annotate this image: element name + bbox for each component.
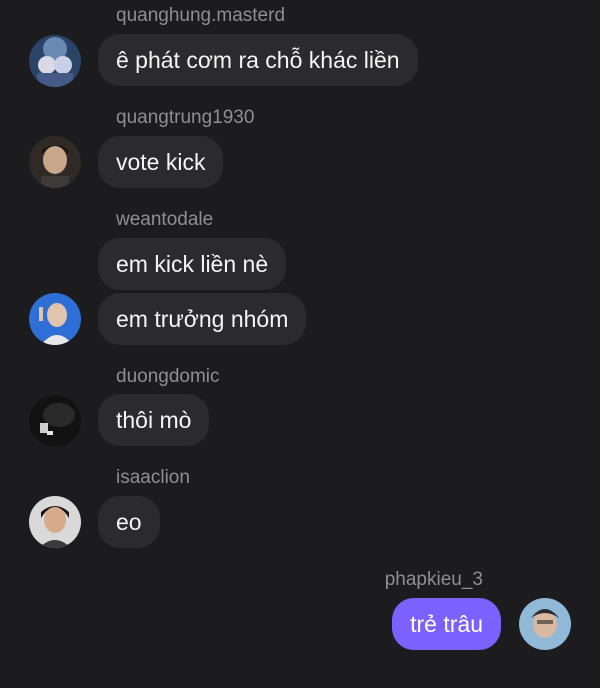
chat-thread: quanghung.masterd ê phát cơm ra chỗ khác… xyxy=(0,0,600,688)
avatar[interactable] xyxy=(29,395,81,447)
avatar[interactable] xyxy=(29,35,81,87)
avatar[interactable] xyxy=(519,598,571,650)
message-bubble[interactable]: vote kick xyxy=(98,136,224,188)
message-bubble[interactable]: thôi mò xyxy=(98,394,210,446)
message-bubble[interactable]: ê phát cơm ra chỗ khác liền xyxy=(98,34,418,86)
message-bubble[interactable]: em trưởng nhóm xyxy=(98,293,307,345)
avatar[interactable] xyxy=(29,496,81,548)
avatar[interactable] xyxy=(29,136,81,188)
sender-username[interactable]: duongdomic xyxy=(116,366,220,388)
avatar[interactable] xyxy=(29,293,81,345)
message-bubble[interactable]: em kick liền nè xyxy=(98,238,287,290)
message-bubble[interactable]: eo xyxy=(98,496,160,548)
sender-username[interactable]: phapkieu_3 xyxy=(385,569,483,591)
sender-username[interactable]: quanghung.masterd xyxy=(116,5,285,27)
message-bubble-outgoing[interactable]: trẻ trâu xyxy=(392,598,501,650)
sender-username[interactable]: quangtrung1930 xyxy=(116,107,254,129)
sender-username[interactable]: isaaclion xyxy=(116,467,190,489)
sender-username[interactable]: weantodale xyxy=(116,209,213,231)
